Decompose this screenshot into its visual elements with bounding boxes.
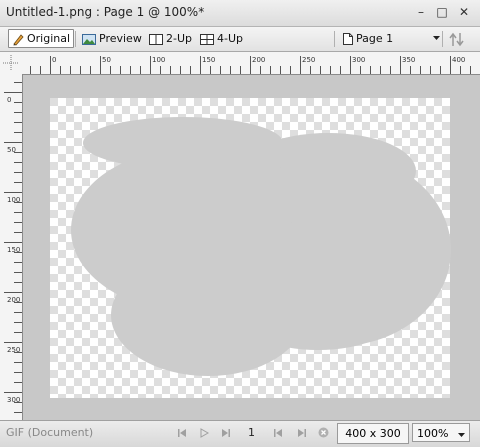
four-up-label: 4-Up [217, 32, 244, 45]
format-label: GIF (Document) [6, 426, 94, 439]
four-up-tab[interactable]: 4-Up [197, 29, 246, 48]
minimize-button[interactable]: – [414, 5, 428, 19]
ruler-label: 100 [7, 196, 20, 204]
status-bar: GIF (Document) 1 400 x 300 100% [0, 420, 480, 447]
preview-label: Preview [99, 32, 142, 45]
close-button[interactable]: ✕ [457, 5, 471, 19]
previous-frame-icon[interactable] [273, 428, 283, 438]
ruler-label: 200 [7, 296, 20, 304]
page-icon [343, 33, 353, 45]
chevron-down-icon [458, 433, 465, 437]
title-bar: Untitled-1.png : Page 1 @ 100%* – □ ✕ [0, 0, 480, 27]
zoom-value: 100% [417, 427, 449, 440]
page-dropdown[interactable]: Page 1 [340, 29, 442, 48]
toolbar-divider [442, 31, 443, 47]
ruler-label: 350 [402, 56, 415, 64]
horizontal-ruler: 0 50 100 150 200 250 300 350 400 [22, 52, 480, 75]
page-label: Page 1 [356, 32, 394, 45]
ruler-label: 300 [352, 56, 365, 64]
ruler-corner [0, 52, 23, 75]
four-up-icon [200, 33, 214, 45]
canvas-area[interactable] [23, 75, 480, 420]
original-tab[interactable]: Original [8, 29, 75, 48]
stop-icon[interactable] [318, 427, 329, 438]
restore-button[interactable]: □ [435, 5, 449, 19]
dimensions-label: 400 x 300 [345, 427, 401, 440]
chevron-down-icon [433, 36, 440, 40]
preview-tab[interactable]: Preview [79, 29, 145, 48]
ruler-label: 0 [52, 56, 56, 64]
ruler-label: 0 [7, 96, 11, 104]
ruler-label: 100 [152, 56, 165, 64]
image-dimensions: 400 x 300 [337, 423, 409, 444]
ruler-label: 400 [452, 56, 465, 64]
preview-icon [82, 33, 96, 45]
play-icon[interactable] [199, 428, 209, 438]
ruler-label: 300 [7, 396, 20, 404]
ruler-label: 50 [102, 56, 111, 64]
ruler-label: 50 [7, 146, 16, 154]
vertical-ruler: 0 50 100 150 200 250 300 [0, 74, 23, 420]
ruler-label: 250 [7, 346, 20, 354]
ruler-label: 150 [202, 56, 215, 64]
two-up-label: 2-Up [166, 32, 193, 45]
first-frame-icon[interactable] [177, 428, 187, 438]
two-up-icon [149, 33, 163, 45]
last-frame-icon[interactable] [221, 428, 231, 438]
toolbar-divider [334, 31, 335, 47]
view-toolbar: Original Preview 2-Up 4-Up Page 1 [0, 27, 480, 52]
frame-number: 1 [248, 426, 255, 439]
document-canvas[interactable] [23, 75, 480, 420]
two-up-tab[interactable]: 2-Up [146, 29, 195, 48]
ruler-label: 150 [7, 246, 20, 254]
original-label: Original [27, 32, 71, 45]
ruler-label: 200 [252, 56, 265, 64]
next-frame-icon[interactable] [297, 428, 307, 438]
export-icon[interactable] [449, 32, 467, 47]
toolbar-divider [75, 31, 76, 47]
pencil-icon [13, 33, 24, 45]
window-title: Untitled-1.png : Page 1 @ 100%* [6, 5, 205, 19]
ruler-label: 250 [302, 56, 315, 64]
zoom-dropdown[interactable]: 100% [412, 423, 470, 442]
